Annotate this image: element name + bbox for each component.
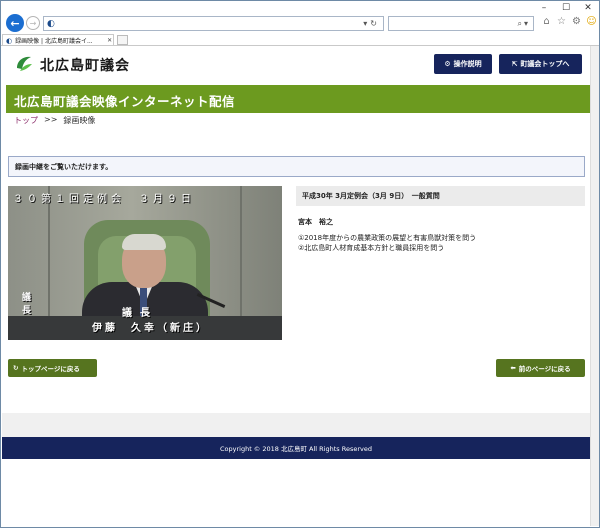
tab-close-button[interactable]: ✕ (107, 37, 112, 44)
speaker-name: 宮本 裕之 (298, 218, 333, 226)
video-role-caption: 議長 (122, 308, 158, 319)
close-window-button[interactable]: ✕ (577, 1, 599, 15)
town-logo-icon[interactable] (14, 54, 34, 74)
address-tools: ▾↻ (363, 19, 380, 28)
open-link-icon: ⇱ (511, 60, 518, 68)
question-topics: ①2018年度からの農業政策の展望と有害鳥獣対策を問う ②北広島町人材育成基本方… (298, 233, 476, 253)
previous-page-label: 前のページに戻る (518, 365, 571, 373)
feedback-smiley-icon[interactable]: ☺ (586, 16, 597, 27)
notice-box: 録画中継をご覧いただけます。 (8, 156, 585, 177)
tab-title: 録画映像 | 北広島町議会イ... (15, 38, 93, 45)
maximize-button[interactable]: ☐ (555, 1, 577, 15)
video-name-caption: 伊藤 久幸（新庄） (92, 323, 209, 334)
browser-window: – ☐ ✕ ← → ◐ ▾↻ ⌕▾ ⌂ ☆ ⚙ ☺ ◐ 録画映像 | 北広島町議… (0, 0, 600, 528)
notice-text: 録画中継をご覧いただけます。 (15, 162, 113, 171)
manual-button[interactable]: ⚙ 操作説明 (434, 54, 492, 74)
web-page: 北広島町議会 ⚙ 操作説明 ⇱ 町議会トップへ 北広島町議会映像インターネット配… (2, 46, 590, 526)
site-logo-text[interactable]: 北広島町議会 (40, 55, 130, 75)
meeting-title-bar: 平成30年 3月定例会（3月 9日） 一般質問 (296, 186, 585, 206)
return-arrow-icon: ↻ (13, 364, 19, 372)
left-arrow-icon: ⬅ (510, 364, 516, 372)
site-favicon-icon: ◐ (47, 19, 55, 29)
toolbar-icons: ⌂ ☆ ⚙ ☺ (541, 16, 597, 27)
site-header: 北広島町議会 ⚙ 操作説明 ⇱ 町議会トップへ (2, 46, 590, 82)
dropdown-icon[interactable]: ▾ (524, 19, 530, 28)
back-to-top-label: トップページに戻る (21, 365, 80, 373)
vertical-scrollbar[interactable] (590, 46, 599, 526)
council-top-button[interactable]: ⇱ 町議会トップへ (499, 54, 582, 74)
address-input[interactable]: ◐ ▾↻ (43, 16, 384, 31)
favorites-star-icon[interactable]: ☆ (556, 16, 567, 27)
breadcrumb-current: 録画映像 (63, 116, 96, 125)
video-side-caption: 議長 (22, 293, 32, 316)
tab-favicon-icon: ◐ (6, 36, 13, 45)
council-top-button-label: 町議会トップへ (520, 60, 570, 68)
settings-gear-icon[interactable]: ⚙ (571, 16, 582, 27)
refresh-icon[interactable]: ↻ (370, 19, 380, 28)
banner-title: 北広島町議会映像インターネット配信 (14, 94, 236, 109)
arrow-left-icon: ← (10, 16, 20, 30)
back-button[interactable]: ← (6, 14, 24, 32)
home-icon[interactable]: ⌂ (541, 16, 552, 27)
back-to-top-button[interactable]: ↻ トップページに戻る (8, 359, 97, 377)
footer-spacer (2, 413, 590, 437)
video-caption-title: ３０第１回定例会 ３月９日 (13, 194, 195, 205)
banner: 北広島町議会映像インターネット配信 (6, 85, 590, 113)
address-bar-row: ← → ◐ ▾↻ ⌕▾ ⌂ ☆ ⚙ ☺ (1, 14, 599, 34)
topic-item: ①2018年度からの農業政策の展望と有害鳥獣対策を問う (298, 234, 477, 242)
meeting-title: 平成30年 3月定例会（3月 9日） 一般質問 (302, 192, 440, 200)
forward-button[interactable]: → (26, 16, 40, 30)
breadcrumb-home-link[interactable]: トップ (14, 115, 38, 126)
previous-page-button[interactable]: ⬅ 前のページに戻る (496, 359, 585, 377)
search-tools: ⌕▾ (518, 19, 531, 29)
copyright-text: Copyright © 2018 北広島町 All Rights Reserve… (219, 445, 372, 453)
minimize-button[interactable]: – (533, 1, 555, 15)
video-speaker-hair (122, 234, 166, 250)
site-footer: Copyright © 2018 北広島町 All Rights Reserve… (2, 437, 590, 459)
topic-item: ②北広島町人材育成基本方針と職員採用を問う (298, 244, 445, 252)
video-player[interactable]: ３０第１回定例会 ３月９日 議長 議長 伊藤 久幸（新庄） (8, 186, 282, 340)
manual-button-label: 操作説明 (453, 60, 482, 68)
search-input[interactable]: ⌕▾ (388, 16, 534, 31)
breadcrumb: トップ >> 録画映像 (14, 115, 95, 126)
gear-icon: ⚙ (444, 60, 451, 68)
new-tab-button[interactable] (117, 35, 128, 45)
breadcrumb-separator: >> (44, 115, 58, 124)
arrow-right-icon: → (29, 18, 37, 28)
window-controls: – ☐ ✕ (533, 1, 599, 15)
